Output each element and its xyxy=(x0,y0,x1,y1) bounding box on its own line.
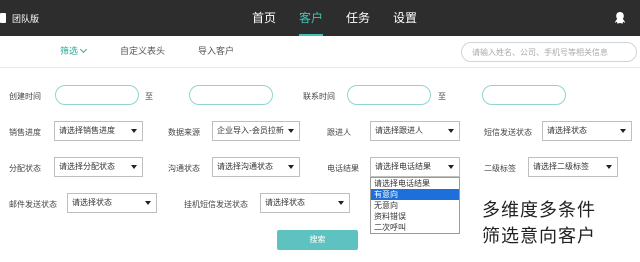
dropdown-arrow-icon xyxy=(606,165,612,169)
created-time-label: 创建时间 xyxy=(9,92,41,101)
sales-progress-label: 销售进度 xyxy=(9,128,41,137)
nav-item-label: 设置 xyxy=(393,11,418,25)
call-result-options-list: 请选择电话结果 有意向 无意向 资料错误 二次呼叫 xyxy=(370,177,460,234)
call-result-option[interactable]: 资料错误 xyxy=(371,211,459,222)
created-time-start-input[interactable] xyxy=(55,85,139,105)
filter-tab-label: 筛选 xyxy=(60,47,79,57)
brand-label: 团队版 xyxy=(12,14,40,25)
follower-label: 跟进人 xyxy=(327,128,351,137)
select-value: 请选择二级标签 xyxy=(533,162,589,171)
call-result-option[interactable]: 请选择电话结果 xyxy=(371,178,459,189)
robot-sms-status-select[interactable]: 请选择状态 xyxy=(260,193,350,213)
select-value: 请选择电话结果 xyxy=(375,162,431,171)
dropdown-arrow-icon xyxy=(131,129,137,133)
select-value: 请选择销售进度 xyxy=(59,126,115,135)
top-nav-bar: 团队版 首页 客户 任务 设置 xyxy=(0,0,640,36)
brand: 团队版 xyxy=(0,0,39,36)
user-avatar-icon[interactable] xyxy=(613,11,627,25)
sms-status-label: 短信发送状态 xyxy=(484,128,532,137)
dropdown-arrow-icon xyxy=(131,165,137,169)
import-customers-tab[interactable]: 导入客户 xyxy=(198,36,234,68)
custom-header-tab[interactable]: 自定义表头 xyxy=(120,36,165,68)
contact-time-end-input[interactable] xyxy=(482,85,566,105)
created-time-end-input[interactable] xyxy=(189,85,273,105)
select-value: 企业导入-会员拉新 xyxy=(217,126,284,135)
call-result-option[interactable]: 二次呼叫 xyxy=(371,222,459,233)
mail-status-label: 邮件发送状态 xyxy=(9,200,57,209)
dropdown-arrow-icon xyxy=(288,129,294,133)
search-button[interactable]: 搜索 xyxy=(277,230,358,250)
data-source-label: 数据来源 xyxy=(168,128,200,137)
promo-caption-line: 多维度多条件 xyxy=(482,200,596,221)
nav-item-label: 客户 xyxy=(299,11,324,25)
sms-status-select[interactable]: 请选择状态 xyxy=(542,121,632,141)
nav-item-tasks[interactable]: 任务 xyxy=(346,0,370,36)
sub-toolbar: 筛选 自定义表头 导入客户 xyxy=(0,36,640,68)
range-separator: 至 xyxy=(145,92,153,101)
brand-logo-icon xyxy=(0,13,6,23)
call-result-option[interactable]: 无意向 xyxy=(371,200,459,211)
data-source-select[interactable]: 企业导入-会员拉新 xyxy=(212,121,300,141)
follower-select[interactable]: 请选择跟进人 xyxy=(370,121,460,141)
range-separator: 至 xyxy=(438,92,446,101)
select-value: 请选择跟进人 xyxy=(375,126,423,135)
robot-sms-status-label: 挂机短信发送状态 xyxy=(184,200,248,209)
assign-status-label: 分配状态 xyxy=(9,164,41,173)
select-value: 请选择分配状态 xyxy=(59,162,115,171)
dropdown-arrow-icon xyxy=(145,201,151,205)
nav-item-home[interactable]: 首页 xyxy=(252,0,276,36)
call-result-label: 电话结果 xyxy=(327,164,359,173)
select-value: 请选择沟通状态 xyxy=(217,162,273,171)
call-result-option-highlighted[interactable]: 有意向 xyxy=(371,189,459,200)
promo-caption-line: 筛选意向客户 xyxy=(482,226,596,247)
assign-status-select[interactable]: 请选择分配状态 xyxy=(54,157,143,177)
filter-tab[interactable]: 筛选 xyxy=(60,36,88,68)
contact-time-start-input[interactable] xyxy=(347,85,431,105)
nav-item-customers[interactable]: 客户 xyxy=(299,0,324,36)
comm-status-select[interactable]: 请选择沟通状态 xyxy=(212,157,300,177)
promo-caption: 多维度多条件 筛选意向客户 xyxy=(482,198,596,250)
search-input[interactable] xyxy=(461,42,637,62)
comm-status-label: 沟通状态 xyxy=(168,164,200,173)
select-value: 请选择状态 xyxy=(72,198,112,207)
nav-item-settings[interactable]: 设置 xyxy=(393,0,417,36)
nav-item-label: 首页 xyxy=(252,11,277,25)
dropdown-arrow-icon xyxy=(338,201,344,205)
secondary-tag-label: 二级标签 xyxy=(484,164,516,173)
dropdown-arrow-icon xyxy=(288,165,294,169)
sales-progress-select[interactable]: 请选择销售进度 xyxy=(54,121,143,141)
dropdown-arrow-icon xyxy=(448,129,454,133)
select-value: 请选择状态 xyxy=(547,126,587,135)
dropdown-arrow-icon xyxy=(620,129,626,133)
select-value: 请选择状态 xyxy=(265,198,305,207)
call-result-select[interactable]: 请选择电话结果 xyxy=(370,157,460,177)
chevron-down-icon xyxy=(79,45,88,54)
dropdown-arrow-icon xyxy=(448,165,454,169)
secondary-tag-select[interactable]: 请选择二级标签 xyxy=(528,157,618,177)
mail-status-select[interactable]: 请选择状态 xyxy=(67,193,157,213)
contact-time-label: 联系时间 xyxy=(303,92,335,101)
nav-item-label: 任务 xyxy=(346,11,371,25)
